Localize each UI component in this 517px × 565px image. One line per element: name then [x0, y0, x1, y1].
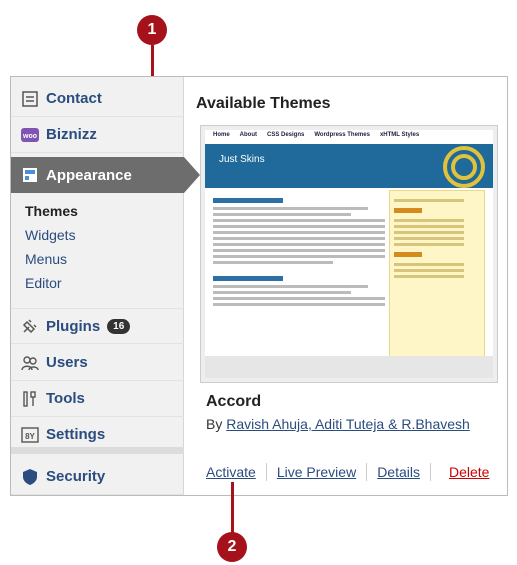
- preview-nav: Home About CSS Designs Wordpress Themes …: [205, 130, 493, 144]
- sidebar-item-tools[interactable]: Tools: [11, 381, 184, 417]
- activate-link[interactable]: Activate: [206, 464, 266, 480]
- theme-title: Accord: [206, 393, 262, 410]
- theme-authors-link[interactable]: Ravish Ahuja, Aditi Tuteja & R.Bhavesh: [226, 416, 470, 432]
- plugins-update-badge: 16: [107, 318, 131, 334]
- plugins-icon: [21, 317, 39, 335]
- theme-screenshot[interactable]: Home About CSS Designs Wordpress Themes …: [200, 125, 498, 383]
- sidebar-item-security[interactable]: Security: [11, 459, 184, 495]
- sidebar-item-label: Settings: [46, 426, 106, 443]
- callout-2: 2: [217, 532, 247, 562]
- live-preview-link[interactable]: Live Preview: [277, 464, 366, 480]
- details-link[interactable]: Details: [377, 464, 430, 480]
- users-icon: [21, 354, 39, 372]
- byline-prefix: By: [206, 416, 223, 432]
- submenu-item-menus[interactable]: Menus: [11, 247, 184, 271]
- appearance-icon: [21, 166, 39, 184]
- preview-content-column: [213, 194, 385, 364]
- sidebar-item-appearance[interactable]: Appearance: [11, 157, 200, 193]
- preview-nav-item: Home: [213, 132, 230, 138]
- preview-nav-item: CSS Designs: [267, 132, 305, 138]
- preview-banner: Just Skins: [205, 144, 493, 188]
- sidebar-item-label: Tools: [46, 390, 85, 407]
- theme-byline: By Ravish Ahuja, Aditi Tuteja & R.Bhaves…: [206, 416, 470, 432]
- sidebar-item-contact[interactable]: Contact: [11, 81, 184, 117]
- sidebar-item-label: Appearance: [46, 166, 132, 184]
- sidebar-item-users[interactable]: Users: [11, 345, 184, 381]
- preview-sidebar: [389, 190, 485, 370]
- settings-icon: 8Y: [21, 426, 39, 444]
- sidebar-item-label: Users: [46, 354, 88, 371]
- action-divider: [429, 463, 431, 481]
- preview-circle-decoration: [451, 154, 477, 180]
- theme-preview-image: Home About CSS Designs Wordpress Themes …: [205, 130, 493, 378]
- preview-site-title: Just Skins: [219, 154, 265, 165]
- active-menu-arrow: [184, 157, 200, 193]
- sidebar-item-label: Security: [46, 468, 106, 485]
- theme-actions: Activate Live Preview Details Delete: [206, 463, 489, 481]
- sidebar-item-label: Contact: [46, 90, 102, 107]
- svg-text:8Y: 8Y: [25, 432, 35, 441]
- appearance-submenu: Themes Widgets Menus Editor: [11, 199, 184, 295]
- sidebar-item-label: Biznizz: [46, 126, 97, 143]
- submenu-item-widgets[interactable]: Widgets: [11, 223, 184, 247]
- menu-separator: [11, 447, 184, 454]
- woo-icon: woo: [21, 126, 39, 144]
- sidebar-item-plugins[interactable]: Plugins 16: [11, 308, 184, 344]
- submenu-item-themes[interactable]: Themes: [11, 199, 184, 223]
- sidebar-item-biznizz[interactable]: woo Biznizz: [11, 117, 184, 153]
- preview-nav-item: About: [239, 132, 257, 138]
- delete-link[interactable]: Delete: [449, 464, 489, 480]
- callout-2-leader: [231, 482, 234, 538]
- action-divider: [265, 463, 267, 481]
- action-divider: [366, 463, 368, 481]
- preview-nav-item: xHTML Styles: [379, 132, 420, 138]
- sidebar: Contact woo Biznizz Appearance Themes Wi…: [11, 77, 200, 495]
- preview-footer: [205, 356, 493, 378]
- shield-icon: [21, 468, 39, 486]
- sidebar-item-label: Plugins: [46, 317, 101, 335]
- svg-text:woo: woo: [22, 133, 37, 140]
- page-heading: Available Themes: [196, 95, 331, 112]
- tools-icon: [21, 390, 39, 408]
- submenu-item-editor[interactable]: Editor: [11, 271, 184, 295]
- contact-icon: [21, 90, 39, 108]
- callout-1: 1: [137, 15, 167, 45]
- preview-nav-item: Wordpress Themes: [314, 132, 370, 138]
